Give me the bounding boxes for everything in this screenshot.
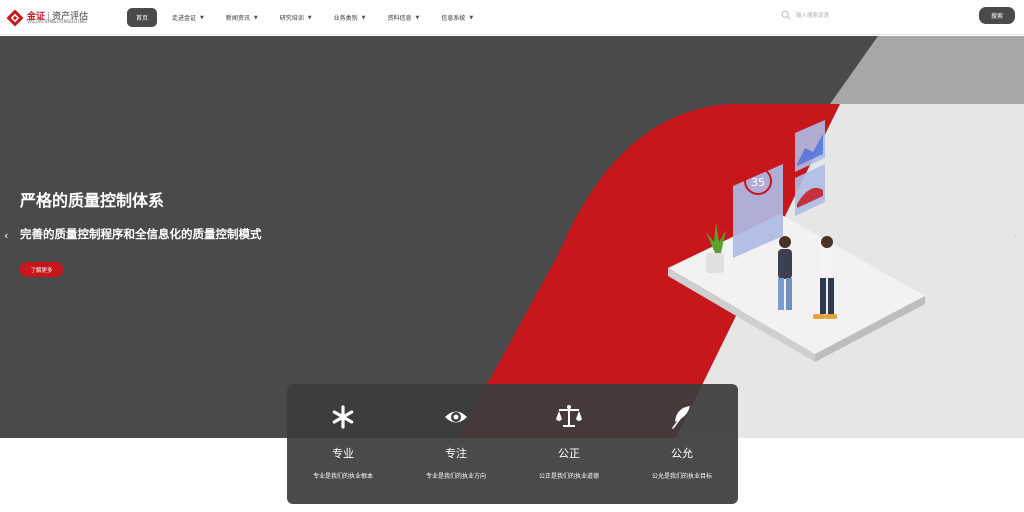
caret-down-icon: ▼ [361, 14, 366, 21]
value-card-impartiality[interactable]: 公允 公允是我们的执业目标 [626, 384, 738, 504]
search-icon [781, 10, 791, 20]
nav-item-label: 首页 [136, 15, 149, 22]
asterisk-icon [332, 405, 354, 429]
main-nav: 首页 走进金证 ▼ 新闻资讯 ▼ 研究培训 ▼ 业务类别 ▼ 资料信息 ▼ 信息系统 ▼ [127, 8, 495, 27]
value-title: 专业 [332, 447, 354, 460]
value-card-focus[interactable]: 专注 专业是我们的执业方向 [400, 384, 512, 504]
nav-item-label: 研究培训 [279, 15, 304, 22]
search-box [770, 7, 970, 24]
search-input[interactable] [796, 9, 956, 22]
caret-down-icon: ▼ [469, 14, 474, 21]
caret-down-icon: ▼ [253, 14, 258, 21]
hero-title: 严格的质量控制体系 [20, 191, 165, 210]
logo-icon [6, 9, 24, 27]
learn-more-button[interactable]: 了解更多 [20, 262, 63, 277]
nav-item-resources[interactable]: 资料信息 ▼ [387, 13, 420, 23]
feather-icon [672, 406, 690, 429]
value-title: 公允 [671, 447, 693, 460]
nav-item-label: 资料信息 [387, 15, 412, 22]
nav-item-home[interactable]: 首页 [127, 8, 158, 27]
value-desc: 专业是我们的执业根本 [312, 473, 373, 480]
caret-down-icon: ▼ [200, 14, 204, 21]
value-desc: 公允是我们的执业目标 [651, 473, 712, 480]
chevron-left-icon[interactable]: ‹ [4, 229, 8, 242]
chevron-right-icon[interactable]: › [1013, 229, 1017, 242]
nav-item-research[interactable]: 研究培训 ▼ [279, 13, 312, 23]
nav-item-systems[interactable]: 信息系统 ▼ [441, 13, 474, 23]
nav-item-label: 业务类别 [333, 15, 358, 22]
hero-subtitle: 完善的质量控制程序和全信息化的质量控制模式 [20, 227, 262, 241]
hero-banner: 35 严格的质量控制体系 完善的质量控制程序和全信息化的质量控制模式 了解更多 … [0, 36, 1024, 438]
nav-item-news[interactable]: 新闻资讯 ▼ [225, 13, 258, 23]
value-title: 专注 [445, 447, 467, 460]
eye-icon [445, 411, 467, 423]
nav-item-label: 走进金证 [172, 15, 197, 22]
scale-icon [556, 405, 582, 427]
value-card-fairness[interactable]: 公正 公正是我们的执业道德 [513, 384, 625, 504]
value-title: 公正 [558, 447, 580, 460]
value-desc: 公正是我们的执业道德 [538, 473, 599, 480]
logo[interactable]: 金证 | 资产评估 VALUATION&CONSULTING [6, 8, 88, 28]
illustration-number: 35 [751, 176, 765, 189]
nav-item-business[interactable]: 业务类别 ▼ [333, 13, 366, 23]
nav-item-label: 新闻资讯 [225, 15, 250, 22]
search-button[interactable]: 搜索 [979, 7, 1015, 24]
site-header: 金证 | 资产评估 VALUATION&CONSULTING 首页 走进金证 ▼ 新闻… [0, 0, 1024, 35]
value-desc: 专业是我们的执业方向 [425, 473, 486, 480]
nav-item-label: 信息系统 [441, 15, 466, 22]
value-card-professional[interactable]: 专业 专业是我们的执业根本 [287, 384, 399, 504]
caret-down-icon: ▼ [415, 14, 420, 21]
nav-item-about[interactable]: 走进金证 ▼ [172, 13, 204, 23]
logo-english: VALUATION&CONSULTING [27, 20, 87, 25]
caret-down-icon: ▼ [307, 14, 312, 21]
values-panel: 专业 专业是我们的执业根本 专注 专业是我们的执业方向 公正 公正是我们的执业道… [287, 384, 738, 504]
